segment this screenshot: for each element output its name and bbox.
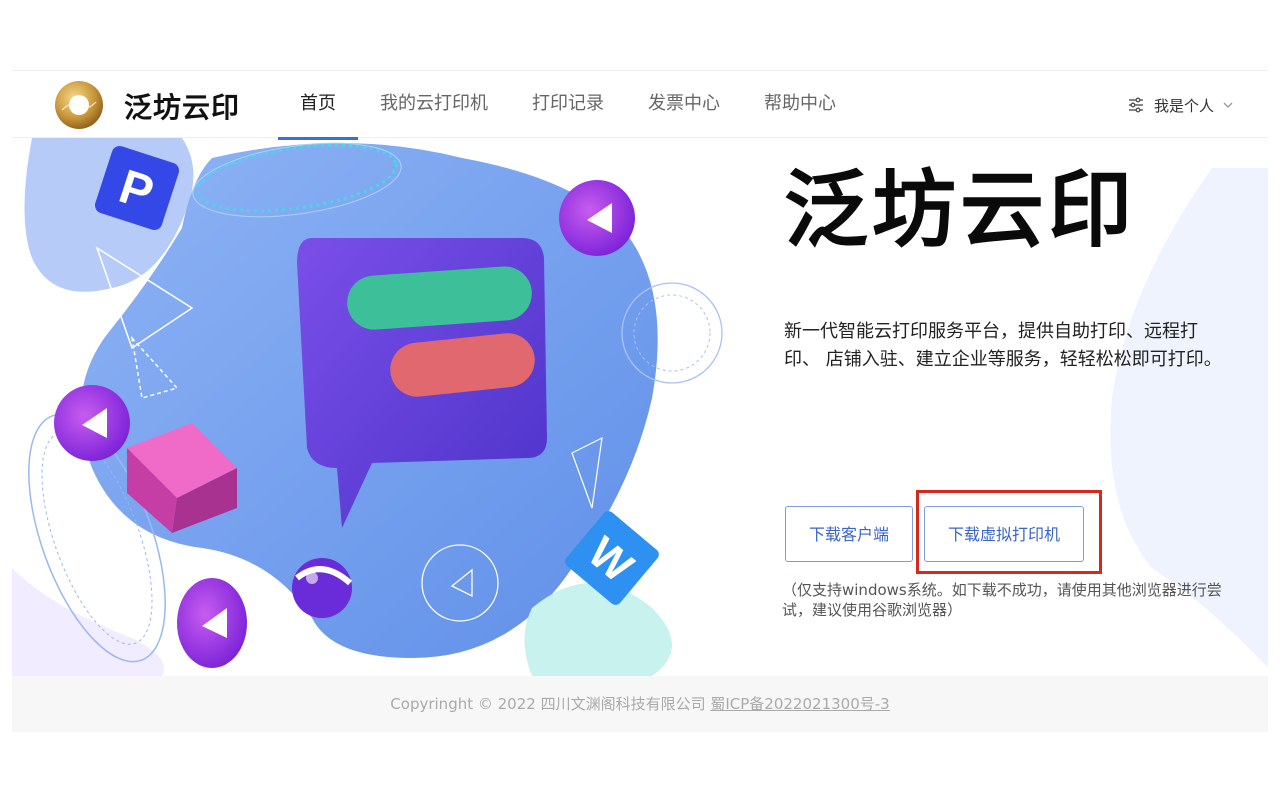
sliders-icon bbox=[1128, 97, 1143, 113]
copyright-text: Copyringht © 2022 四川文渊阁科技有限公司 bbox=[390, 695, 706, 713]
hero-illustration: P W bbox=[12, 138, 723, 676]
hero-title: 泛坊云印 bbox=[784, 161, 1137, 259]
main-nav: 首页 我的云打印机 打印记录 发票中心 帮助中心 bbox=[278, 71, 880, 140]
browser-compat-note: （仅支持windows系统。如下载不成功，请使用其他浏览器进行尝试，建议使用谷歌… bbox=[782, 581, 1222, 619]
top-header: 泛坊云印 首页 我的云打印机 打印记录 发票中心 帮助中心 我是个人 bbox=[12, 70, 1268, 140]
app-frame: 泛坊云印 首页 我的云打印机 打印记录 发票中心 帮助中心 我是个人 P W 泛… bbox=[12, 70, 1268, 732]
play-disc-icon-bottom bbox=[177, 578, 247, 668]
hero-description: 新一代智能云打印服务平台，提供自助打印、远程打印、 店铺入驻、建立企业等服务，轻… bbox=[784, 321, 1222, 370]
icp-link[interactable]: 蜀ICP备2022021300号-3 bbox=[710, 695, 889, 713]
download-client-button[interactable]: 下载客户端 bbox=[785, 506, 913, 562]
sphere-icon bbox=[292, 558, 352, 618]
nav-item-help-center[interactable]: 帮助中心 bbox=[764, 71, 836, 139]
play-disc-icon-left bbox=[54, 385, 130, 461]
nav-item-invoice-center[interactable]: 发票中心 bbox=[648, 71, 720, 139]
nav-item-print-records[interactable]: 打印记录 bbox=[532, 71, 604, 139]
play-disc-icon-top bbox=[559, 180, 635, 256]
download-virtual-printer-button[interactable]: 下载虚拟打印机 bbox=[924, 506, 1084, 562]
hero-section: P W 泛坊云印 新一代智能云打印服务平台，提供自助打印、远程打印、 店铺入驻、… bbox=[12, 138, 1268, 676]
brand-name[interactable]: 泛坊云印 bbox=[124, 86, 240, 126]
nav-item-home[interactable]: 首页 bbox=[278, 71, 358, 140]
footer: Copyringht © 2022 四川文渊阁科技有限公司 蜀ICP备20220… bbox=[12, 676, 1268, 732]
nav-item-my-cloud-printer[interactable]: 我的云打印机 bbox=[380, 71, 488, 139]
user-type-menu[interactable]: 我是个人 bbox=[1128, 93, 1234, 117]
chevron-down-icon bbox=[1223, 102, 1233, 108]
user-type-label: 我是个人 bbox=[1153, 96, 1214, 115]
logo-icon[interactable] bbox=[54, 80, 104, 130]
